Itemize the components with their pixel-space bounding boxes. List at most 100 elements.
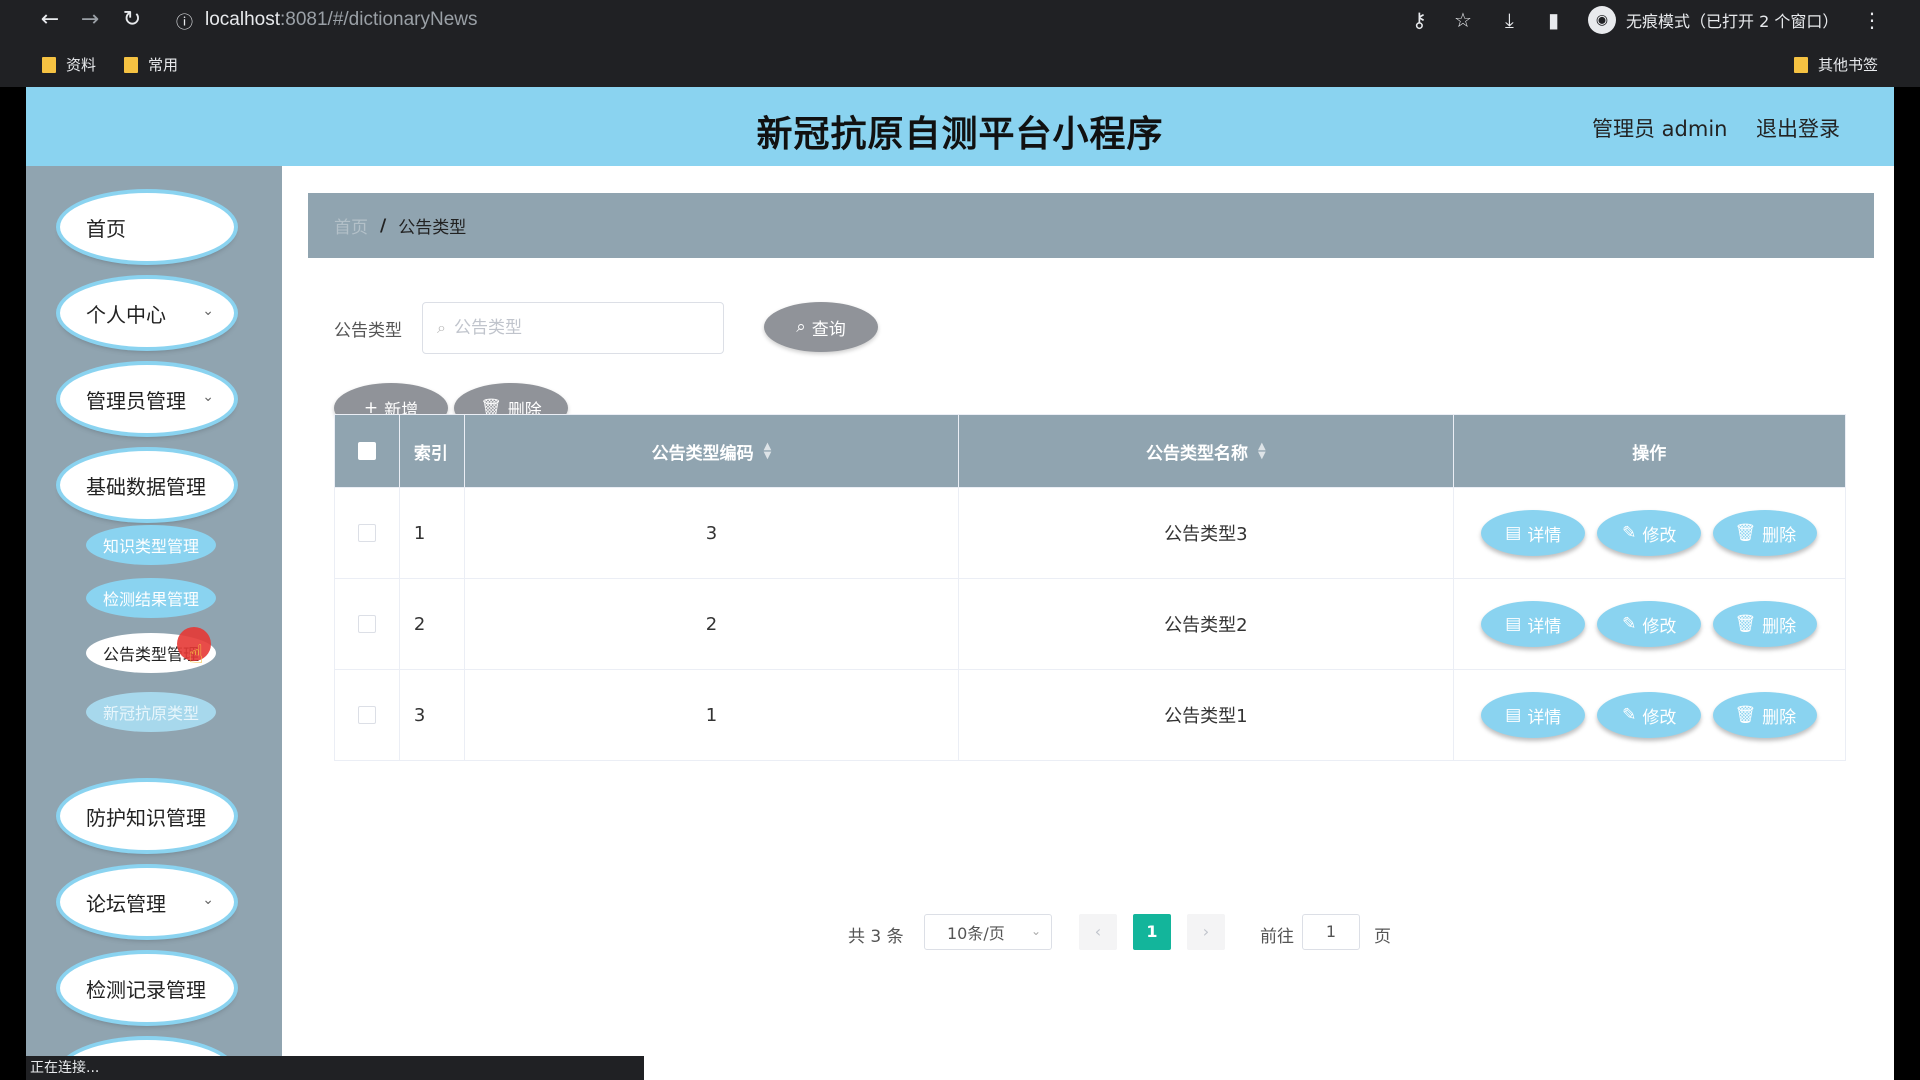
prev-page-button[interactable]: ‹	[1079, 914, 1117, 950]
menu-icon[interactable]: ⋮	[1862, 6, 1882, 34]
logout-link[interactable]: 退出登录	[1756, 113, 1840, 143]
document-icon: ▤	[1505, 523, 1522, 543]
row-checkbox[interactable]	[357, 615, 376, 633]
address-bar[interactable]: ⓘ localhost:8081/#/dictionaryNews	[162, 4, 1427, 36]
table-row: 2 2 公告类型2 ▤ 详情 ✎ 修改 🗑 删除	[335, 578, 1845, 669]
sort-icon[interactable]: ▲ ▼	[764, 442, 772, 461]
download-icon[interactable]: ⤓	[1505, 6, 1514, 34]
edit-button[interactable]: ✎ 修改	[1597, 692, 1702, 738]
filter-input-wrapper[interactable]: ⌕	[422, 302, 724, 354]
bookmark-folder[interactable]: 常用	[124, 54, 178, 75]
bookmark-folder[interactable]: 资料	[42, 54, 96, 75]
header-code[interactable]: 公告类型编码 ▲ ▼	[465, 415, 960, 487]
sidebar-item-forum[interactable]: 论坛管理 ⌄	[60, 868, 234, 936]
table-header: 索引 公告类型编码 ▲ ▼ 公告类型名称 ▲ ▼ 操作	[335, 415, 1845, 487]
incognito-indicator[interactable]: ◉ 无痕模式（已打开 2 个窗口）	[1588, 5, 1838, 35]
edit-label: 修改	[1642, 707, 1677, 728]
delete-label: 删除	[1762, 616, 1797, 637]
delete-button[interactable]: 🗑 删除	[1713, 601, 1818, 647]
search-icon: ⌕	[796, 317, 806, 337]
browser-chrome: ← → ↻ ⓘ localhost:8081/#/dictionaryNews …	[0, 0, 1920, 87]
current-user: 管理员 admin	[1592, 117, 1728, 141]
detail-button[interactable]: ▤ 详情	[1481, 510, 1586, 556]
header-select-all[interactable]	[335, 415, 400, 487]
reload-icon[interactable]: ↻	[118, 6, 146, 34]
edit-button[interactable]: ✎ 修改	[1597, 510, 1702, 556]
page-size-select[interactable]: 10条/页 ⌄	[924, 914, 1052, 950]
browser-status-bar: 正在连接...	[26, 1056, 644, 1080]
sidebar-item-protection-knowledge[interactable]: 防护知识管理	[60, 782, 234, 850]
cell-code: 3	[465, 488, 960, 578]
cell-index: 1	[400, 488, 465, 578]
row-checkbox[interactable]	[357, 524, 376, 542]
detail-button[interactable]: ▤ 详情	[1481, 601, 1586, 647]
detail-label: 详情	[1527, 525, 1562, 546]
sidebar-item-test-records[interactable]: 检测记录管理	[60, 954, 234, 1022]
bookmark-label: 其他书签	[1818, 56, 1879, 74]
document-icon: ▤	[1505, 705, 1522, 725]
breadcrumb-home[interactable]: 首页	[334, 213, 368, 238]
cell-code: 2	[465, 579, 960, 669]
bookmark-label: 资料	[66, 56, 97, 74]
delete-label: 删除	[1762, 707, 1797, 728]
breadcrumb: 首页 / 公告类型	[308, 193, 1874, 258]
forward-icon[interactable]: →	[76, 6, 104, 34]
sort-icon[interactable]: ▲ ▼	[1258, 442, 1266, 461]
sidebar-item-label: 首页	[86, 216, 126, 241]
key-icon[interactable]: ⚷	[1412, 6, 1427, 34]
cell-name: 公告类型2	[959, 579, 1454, 669]
sidebar-subitem-antigen-type[interactable]: 新冠抗原类型	[86, 692, 216, 732]
sidebar-item-label: 检测记录管理	[86, 977, 206, 1002]
table-row: 3 1 公告类型1 ▤ 详情 ✎ 修改 🗑 删除	[335, 669, 1845, 760]
edit-label: 修改	[1642, 616, 1677, 637]
sidebar-item-profile[interactable]: 个人中心 ⌄	[60, 279, 234, 347]
detail-label: 详情	[1527, 707, 1562, 728]
incognito-label: 无痕模式（已打开 2 个窗口）	[1626, 12, 1839, 31]
sidebar-item-home[interactable]: 首页	[60, 193, 234, 261]
header-label: 公告类型名称	[1146, 443, 1249, 464]
cell-index: 2	[400, 579, 465, 669]
bookmark-label: 常用	[148, 56, 179, 74]
header-name[interactable]: 公告类型名称 ▲ ▼	[959, 415, 1454, 487]
edit-label: 修改	[1642, 525, 1677, 546]
delete-label: 删除	[1762, 525, 1797, 546]
notice-type-search-input[interactable]	[453, 318, 694, 338]
site-info-icon[interactable]: ⓘ	[176, 8, 193, 33]
cell-name: 公告类型3	[959, 488, 1454, 578]
delete-button[interactable]: 🗑 删除	[1713, 510, 1818, 556]
chevron-down-icon: ⌄	[202, 389, 214, 405]
delete-button[interactable]: 🗑 删除	[1713, 692, 1818, 738]
sidebar-item-basic-data[interactable]: 基础数据管理	[60, 451, 234, 519]
screen: ← → ↻ ⓘ localhost:8081/#/dictionaryNews …	[0, 0, 1920, 1080]
goto-page-input[interactable]: 1	[1302, 914, 1360, 950]
sidebar-item-admin[interactable]: 管理员管理 ⌄	[60, 365, 234, 433]
next-page-button[interactable]: ›	[1187, 914, 1225, 950]
document-icon: ▤	[1505, 614, 1522, 634]
edit-button[interactable]: ✎ 修改	[1597, 601, 1702, 647]
other-bookmarks[interactable]: 其他书签	[1794, 54, 1878, 75]
folder-icon	[42, 56, 56, 73]
search-button-label: 查询	[811, 319, 846, 340]
sidebar-item-label: 基础数据管理	[86, 474, 206, 499]
sidebar-item-label: 论坛管理	[86, 891, 166, 916]
sidebar-subitem-test-result[interactable]: 检测结果管理	[86, 578, 216, 618]
page-number-active[interactable]: 1	[1133, 914, 1171, 950]
sidepanel-icon[interactable]: ▮	[1548, 6, 1559, 34]
cell-ops: ▤ 详情 ✎ 修改 🗑 删除	[1454, 579, 1845, 669]
chevron-down-icon: ⌄	[202, 892, 214, 908]
app: 新冠抗原自测平台小程序 管理员 admin 退出登录 首页 个人中心 ⌄ 管理员管…	[26, 87, 1894, 1080]
incognito-icon: ◉	[1588, 6, 1616, 34]
edit-icon: ✎	[1622, 523, 1637, 543]
cell-ops: ▤ 详情 ✎ 修改 🗑 删除	[1454, 488, 1845, 578]
trash-icon: 🗑	[1734, 614, 1757, 634]
back-icon[interactable]: ←	[36, 6, 64, 34]
search-button[interactable]: ⌕ 查询	[764, 302, 878, 352]
star-icon[interactable]: ☆	[1454, 6, 1472, 34]
trash-icon: 🗑	[1734, 705, 1757, 725]
notice-type-table: 索引 公告类型编码 ▲ ▼ 公告类型名称 ▲ ▼ 操作 1 3 公告类型3 ▤ 详情 ✎ 修…	[334, 414, 1846, 761]
hand-cursor-icon: ☝	[188, 640, 204, 670]
sidebar-subitem-knowledge-type[interactable]: 知识类型管理	[86, 525, 216, 565]
select-all-checkbox[interactable]	[357, 442, 376, 460]
detail-button[interactable]: ▤ 详情	[1481, 692, 1586, 738]
row-checkbox[interactable]	[357, 706, 376, 724]
